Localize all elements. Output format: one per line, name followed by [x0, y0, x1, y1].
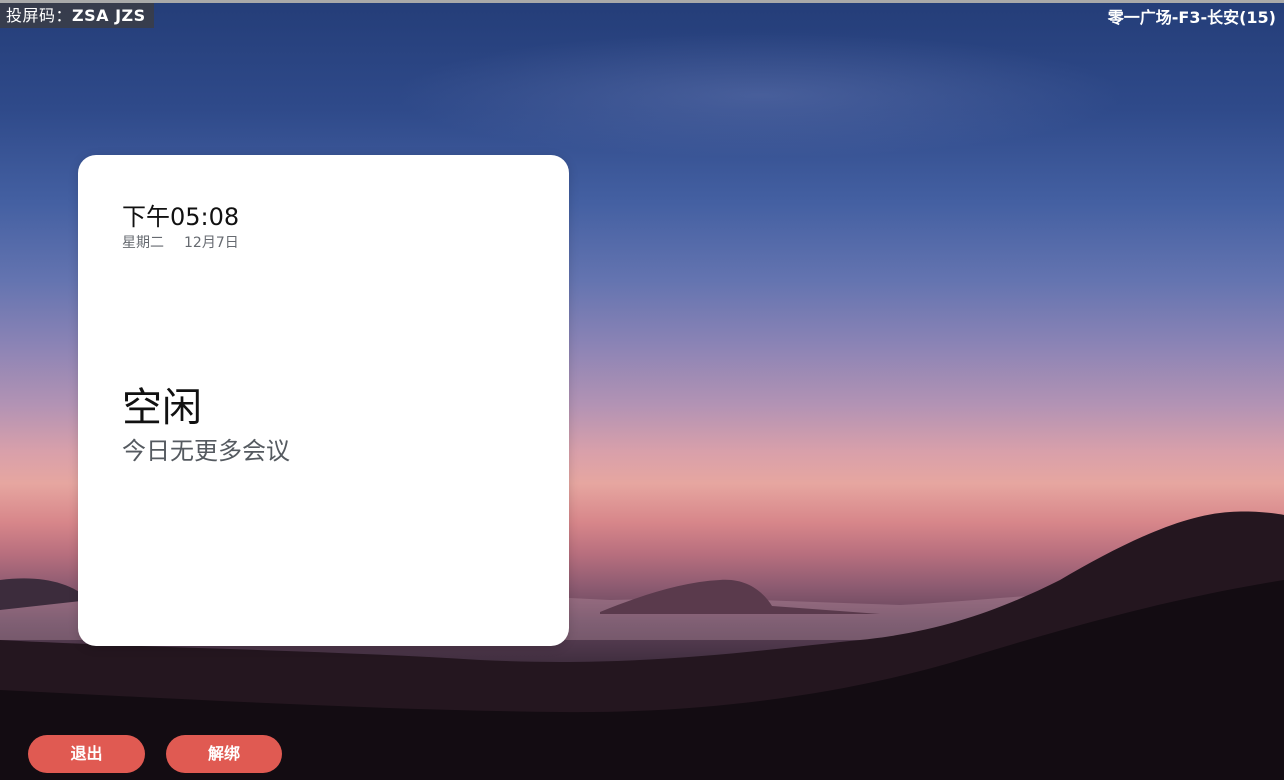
room-status: 空闲 [122, 385, 202, 431]
unbind-button[interactable]: 解绑 [166, 735, 282, 773]
room-status-card: 下午05:08 星期二 12月7日 空闲 今日无更多会议 [78, 155, 569, 646]
date-row: 星期二 12月7日 [122, 232, 239, 252]
weekday: 星期二 [122, 235, 164, 251]
cast-code-value: ZSA JZS [72, 6, 146, 25]
room-status-detail: 今日无更多会议 [122, 437, 290, 465]
room-name: 零一广场-F3-长安(15) [1107, 8, 1276, 27]
date: 12月7日 [184, 235, 239, 251]
cast-code-badge: 投屏码：ZSA JZS [0, 3, 154, 28]
current-time: 下午05:08 [122, 203, 240, 231]
exit-button[interactable]: 退出 [28, 735, 145, 773]
meeting-room-screen: 投屏码：ZSA JZS 零一广场-F3-长安(15) 下午05:08 星期二 12… [0, 0, 1284, 780]
cast-code-label: 投屏码： [6, 6, 73, 25]
